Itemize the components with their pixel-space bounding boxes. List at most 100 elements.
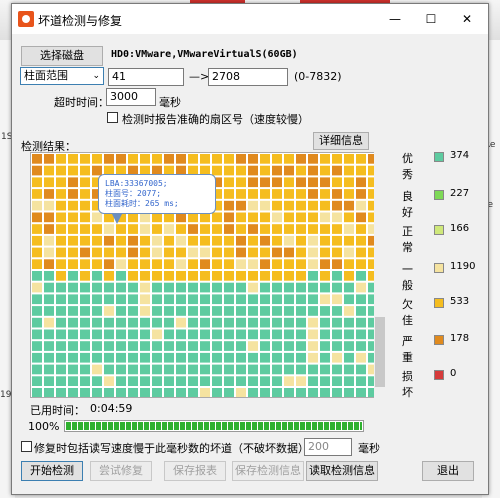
sector-block: [152, 306, 162, 316]
maximize-button[interactable]: ☐: [416, 8, 446, 30]
sector-block: [200, 376, 210, 386]
scrollbar-thumb[interactable]: [375, 317, 385, 387]
sector-block: [152, 376, 162, 386]
bad-sector-dialog: 坏道检测与修复 — ☐ ✕ 选择磁盘 HD0:VMware,VMwareVirt…: [11, 3, 489, 495]
close-button[interactable]: ✕: [452, 8, 482, 30]
sector-block: [56, 224, 66, 234]
sector-block: [308, 317, 318, 328]
sector-block: [152, 271, 162, 281]
sector-block: [272, 200, 282, 211]
sector-block: [104, 154, 114, 164]
chevron-down-icon[interactable]: ⌄: [92, 68, 100, 84]
sector-block: [56, 154, 66, 164]
sector-block: [116, 317, 126, 328]
repair-slow-checkbox[interactable]: [21, 441, 32, 452]
sector-block: [128, 271, 138, 281]
sector-block: [344, 317, 354, 328]
sector-block: [32, 388, 42, 397]
sector-block: [68, 352, 78, 363]
timeout-input[interactable]: 3000: [106, 88, 156, 106]
sector-block: [152, 317, 162, 328]
sector-block: [140, 247, 150, 258]
sector-block: [332, 189, 342, 199]
exit-button[interactable]: 退出: [422, 461, 474, 481]
try-repair-button[interactable]: 尝试修复: [90, 461, 152, 481]
sector-block: [32, 165, 42, 176]
sector-block: [212, 306, 222, 316]
sector-block: [260, 341, 270, 351]
select-disk-button[interactable]: 选择磁盘: [21, 46, 103, 66]
sector-block: [296, 352, 306, 363]
detail-info-button[interactable]: 详细信息: [313, 132, 369, 150]
sector-block: [116, 364, 126, 375]
sector-block: [212, 294, 222, 305]
sector-block: [344, 189, 354, 199]
sector-block: [320, 224, 330, 234]
sector-block: [284, 247, 294, 258]
sector-block: [92, 317, 102, 328]
sector-block: [284, 376, 294, 386]
sector-block: [104, 352, 114, 363]
sector-block: [344, 259, 354, 269]
sector-block: [236, 224, 246, 234]
sector-block: [296, 247, 306, 258]
load-detect-info-button[interactable]: 读取检测信息: [306, 461, 378, 481]
save-report-button[interactable]: 保存报表: [164, 461, 226, 481]
sector-block: [344, 177, 354, 188]
sector-block: [224, 235, 234, 246]
sector-block: [236, 317, 246, 328]
sector-block: [80, 235, 90, 246]
sector-block: [296, 177, 306, 188]
sector-block: [188, 271, 198, 281]
sector-block: [260, 154, 270, 164]
sector-block: [140, 271, 150, 281]
title-bar[interactable]: 坏道检测与修复 — ☐ ✕: [12, 4, 488, 34]
sector-block: [140, 329, 150, 340]
sector-block: [224, 200, 234, 211]
app-icon: [18, 11, 34, 27]
sector-block: [296, 329, 306, 340]
sector-block: [80, 177, 90, 188]
sector-block: [92, 212, 102, 223]
sector-map-scrollbar[interactable]: [374, 152, 386, 398]
save-detect-info-button[interactable]: 保存检测信息: [232, 461, 304, 481]
repair-slow-input[interactable]: 200: [304, 438, 352, 456]
sector-block: [128, 341, 138, 351]
sector-block: [344, 376, 354, 386]
sector-block: [188, 364, 198, 375]
sector-block: [284, 189, 294, 199]
sector-block: [128, 259, 138, 269]
sector-block: [80, 341, 90, 351]
sector-block: [284, 212, 294, 223]
sector-block: [164, 376, 174, 386]
sector-block: [260, 317, 270, 328]
legend-swatch: [434, 190, 444, 200]
sector-block: [164, 329, 174, 340]
sector-block: [188, 376, 198, 386]
sector-block: [32, 200, 42, 211]
sector-block: [140, 388, 150, 397]
sector-block: [164, 271, 174, 281]
sector-block: [272, 235, 282, 246]
sector-block: [308, 271, 318, 281]
sector-block: [200, 282, 210, 293]
tooltip-cylinder-time: 柱面耗时：265 ms;: [105, 199, 179, 208]
sector-block: [164, 352, 174, 363]
sector-block: [356, 189, 366, 199]
sector-block: [80, 376, 90, 386]
sector-block: [224, 212, 234, 223]
sector-block: [44, 282, 54, 293]
report-sector-checkbox[interactable]: [107, 112, 118, 123]
sector-block: [332, 177, 342, 188]
sector-block: [224, 388, 234, 397]
minimize-button[interactable]: —: [380, 8, 410, 30]
range-start-input[interactable]: 41: [108, 68, 184, 86]
sector-block: [260, 224, 270, 234]
sector-block: [344, 200, 354, 211]
sector-block: [248, 235, 258, 246]
range-mode-select[interactable]: 柱面范围 ⌄: [20, 67, 104, 85]
sector-block: [92, 376, 102, 386]
start-detect-button[interactable]: 开始检测: [21, 461, 83, 481]
range-end-input[interactable]: 2708: [208, 68, 288, 86]
sector-block: [92, 294, 102, 305]
